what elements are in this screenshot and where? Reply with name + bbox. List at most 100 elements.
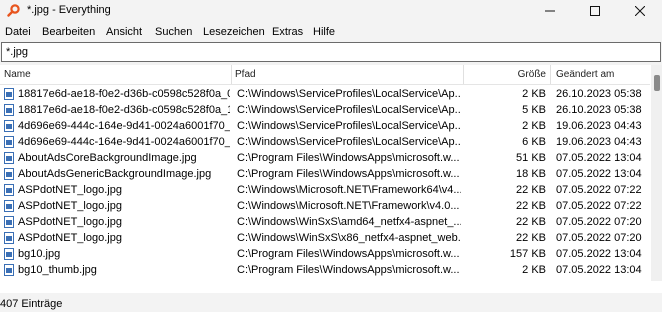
table-row[interactable]: bg10.jpg C:\Program Files\WindowsApps\mi…: [0, 246, 650, 262]
column-header-size[interactable]: Größe: [466, 69, 546, 80]
image-file-icon: [4, 200, 14, 212]
file-size: 18 KB: [516, 168, 546, 180]
file-modified: 07.05.2022 13:04: [556, 152, 642, 164]
file-modified: 07.05.2022 07:20: [556, 232, 642, 244]
result-count: 407 Einträge: [0, 298, 63, 310]
close-icon: [634, 6, 645, 16]
file-name: AboutAdsCoreBackgroundImage.jpg: [18, 152, 197, 164]
image-file-icon: [4, 248, 14, 260]
menu-lesezeichen[interactable]: Lesezeichen: [203, 26, 265, 38]
column-header: Name Pfad Größe Geändert am: [0, 65, 650, 85]
table-row[interactable]: ASPdotNET_logo.jpg C:\Windows\WinSxS\x86…: [0, 230, 650, 246]
file-path: C:\Windows\Microsoft.NET\Framework\v4.0.…: [237, 200, 460, 212]
menu-bearbeiten[interactable]: Bearbeiten: [42, 26, 95, 38]
file-size: 22 KB: [516, 200, 546, 212]
search-magnifier-icon: [7, 4, 20, 17]
file-modified: 26.10.2023 05:38: [556, 104, 642, 116]
window-title: *.jpg - Everything: [27, 4, 111, 16]
horizontal-scrollbar[interactable]: [0, 281, 650, 293]
image-file-icon: [4, 264, 14, 276]
table-row[interactable]: AboutAdsCoreBackgroundImage.jpg C:\Progr…: [0, 150, 650, 166]
file-size: 2 KB: [522, 88, 546, 100]
file-modified: 07.05.2022 07:22: [556, 184, 642, 196]
image-file-icon: [4, 88, 14, 100]
file-name: ASPdotNET_logo.jpg: [18, 184, 122, 196]
file-size: 22 KB: [516, 216, 546, 228]
file-modified: 07.05.2022 13:04: [556, 248, 642, 260]
file-name: bg10_thumb.jpg: [18, 264, 97, 276]
table-row[interactable]: 18817e6d-ae18-f0e2-d36b-c0598c528f0a_0..…: [0, 86, 650, 102]
column-divider[interactable]: [550, 65, 551, 84]
image-file-icon: [4, 216, 14, 228]
column-divider[interactable]: [231, 65, 232, 84]
file-name: 4d696e69-444c-164e-9d41-0024a6001f70_2..…: [18, 120, 230, 132]
file-size: 2 KB: [522, 120, 546, 132]
file-size: 51 KB: [516, 152, 546, 164]
menu-bar: Datei Bearbeiten Ansicht Suchen Lesezeic…: [0, 23, 662, 41]
file-path: C:\Program Files\WindowsApps\microsoft.w…: [237, 168, 460, 180]
file-size: 6 KB: [522, 136, 546, 148]
file-name: 18817e6d-ae18-f0e2-d36b-c0598c528f0a_1..…: [18, 104, 230, 116]
results-list: Name Pfad Größe Geändert am 18817e6d-ae1…: [0, 65, 662, 293]
search-input[interactable]: [6, 45, 646, 59]
image-file-icon: [4, 136, 14, 148]
maximize-button[interactable]: [572, 0, 617, 22]
file-name: ASPdotNET_logo.jpg: [18, 232, 122, 244]
file-path: C:\Windows\ServiceProfiles\LocalService\…: [237, 104, 461, 116]
column-header-modified[interactable]: Geändert am: [556, 69, 614, 80]
vertical-scrollbar[interactable]: [651, 65, 662, 281]
file-modified: 07.05.2022 13:04: [556, 264, 642, 276]
file-path: C:\Windows\Microsoft.NET\Framework64\v4.…: [237, 184, 461, 196]
table-row[interactable]: ASPdotNET_logo.jpg C:\Windows\WinSxS\amd…: [0, 214, 650, 230]
file-path: C:\Windows\ServiceProfiles\LocalService\…: [237, 136, 461, 148]
file-path: C:\Program Files\WindowsApps\microsoft.w…: [237, 248, 460, 260]
menu-suchen[interactable]: Suchen: [155, 26, 192, 38]
image-file-icon: [4, 184, 14, 196]
file-name: 4d696e69-444c-164e-9d41-0024a6001f70_3..…: [18, 136, 230, 148]
menu-hilfe[interactable]: Hilfe: [313, 26, 335, 38]
column-header-name[interactable]: Name: [4, 69, 31, 80]
file-modified: 19.06.2023 04:43: [556, 136, 642, 148]
table-row[interactable]: 4d696e69-444c-164e-9d41-0024a6001f70_3..…: [0, 134, 650, 150]
table-row[interactable]: 4d696e69-444c-164e-9d41-0024a6001f70_2..…: [0, 118, 650, 134]
table-row[interactable]: ASPdotNET_logo.jpg C:\Windows\Microsoft.…: [0, 182, 650, 198]
file-size: 5 KB: [522, 104, 546, 116]
image-file-icon: [4, 232, 14, 244]
image-file-icon: [4, 152, 14, 164]
menu-ansicht[interactable]: Ansicht: [106, 26, 142, 38]
table-row[interactable]: bg10_thumb.jpg C:\Program Files\WindowsA…: [0, 262, 650, 278]
scrollbar-thumb[interactable]: [654, 75, 660, 91]
file-path: C:\Windows\ServiceProfiles\LocalService\…: [237, 120, 461, 132]
file-path: C:\Program Files\WindowsApps\microsoft.w…: [237, 152, 460, 164]
minimize-button[interactable]: [527, 0, 572, 22]
column-divider[interactable]: [463, 65, 464, 84]
close-button[interactable]: [617, 0, 662, 22]
menu-datei[interactable]: Datei: [5, 26, 31, 38]
file-size: 22 KB: [516, 184, 546, 196]
file-name: AboutAdsGenericBackgroundImage.jpg: [18, 168, 212, 180]
file-modified: 07.05.2022 13:04: [556, 168, 642, 180]
file-path: C:\Windows\WinSxS\x86_netfx4-aspnet_web.…: [237, 232, 461, 244]
file-size: 2 KB: [522, 264, 546, 276]
status-bar: 407 Einträge: [0, 296, 662, 312]
title-bar: *.jpg - Everything: [0, 0, 662, 22]
image-file-icon: [4, 168, 14, 180]
menu-extras[interactable]: Extras: [272, 26, 303, 38]
file-modified: 07.05.2022 07:22: [556, 200, 642, 212]
image-file-icon: [4, 120, 14, 132]
file-size: 157 KB: [509, 248, 546, 260]
maximize-icon: [589, 6, 600, 16]
column-header-path[interactable]: Pfad: [235, 69, 256, 80]
image-file-icon: [4, 104, 14, 116]
file-name: ASPdotNET_logo.jpg: [18, 216, 122, 228]
file-name: ASPdotNET_logo.jpg: [18, 200, 122, 212]
file-name: bg10.jpg: [18, 248, 61, 260]
file-modified: 26.10.2023 05:38: [556, 88, 642, 100]
search-box: [1, 42, 661, 62]
table-row[interactable]: ASPdotNET_logo.jpg C:\Windows\Microsoft.…: [0, 198, 650, 214]
file-modified: 19.06.2023 04:43: [556, 120, 642, 132]
table-row[interactable]: AboutAdsGenericBackgroundImage.jpg C:\Pr…: [0, 166, 650, 182]
minimize-icon: [544, 10, 555, 12]
table-row[interactable]: 18817e6d-ae18-f0e2-d36b-c0598c528f0a_1..…: [0, 102, 650, 118]
file-modified: 07.05.2022 07:20: [556, 216, 642, 228]
